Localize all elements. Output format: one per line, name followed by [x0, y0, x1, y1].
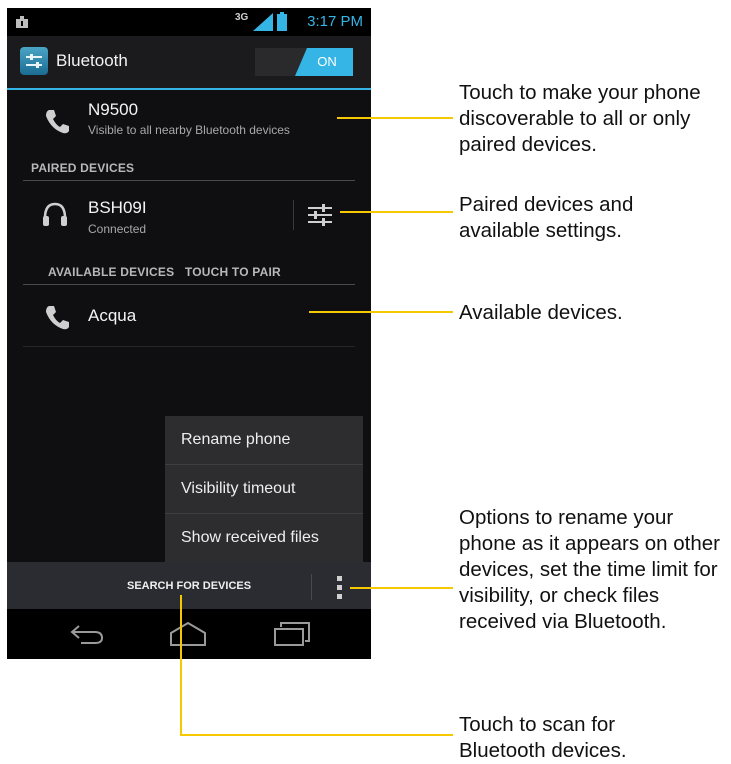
paired-divider [23, 180, 355, 181]
callout-options: Options to rename your phone as it appea… [459, 506, 720, 633]
toggle-on-label: ON [295, 48, 353, 76]
navigation-bar [7, 609, 371, 659]
callout-discoverable: Touch to make your phone discoverable to… [459, 81, 701, 156]
bottom-separator [311, 574, 312, 600]
callout-scan: Touch to scan for Bluetooth devices. [459, 713, 627, 762]
bottom-action-bar: SEARCH FOR DEVICES [7, 562, 371, 609]
menu-item-received-files[interactable]: Show received files [181, 529, 319, 547]
phone-icon [46, 110, 69, 134]
this-device-row[interactable]: N9500 Visible to all nearby Bluetooth de… [7, 90, 371, 148]
settings-separator [293, 200, 294, 230]
paired-device-status: Connected [88, 222, 147, 236]
home-icon[interactable] [169, 621, 207, 647]
available-devices-header: AVAILABLE DEVICES TOUCH TO PAIR [48, 265, 281, 279]
network-type: 3G [235, 12, 249, 23]
callout-line-paired [340, 211, 453, 213]
search-devices-button[interactable]: SEARCH FOR DEVICES [127, 580, 251, 592]
device-visibility: Visible to all nearby Bluetooth devices [88, 123, 290, 137]
recent-apps-icon[interactable] [273, 621, 311, 647]
overflow-menu: Rename phone Visibility timeout Show rec… [165, 416, 363, 564]
status-bar: 3G 3:17 PM [7, 8, 371, 36]
callout-line-scan-vertical [180, 595, 182, 736]
available-row-divider [23, 346, 355, 347]
paired-device-row[interactable]: BSH09I Connected [7, 186, 297, 242]
action-bar: Bluetooth ON [7, 36, 371, 90]
menu-divider [165, 513, 363, 514]
overflow-menu-icon[interactable] [337, 575, 343, 599]
callout-line-available [309, 311, 453, 313]
notification-icon [16, 16, 28, 28]
callout-available: Available devices. [459, 301, 623, 324]
available-device-row[interactable]: Acqua [7, 290, 371, 346]
signal-icon [253, 13, 273, 31]
menu-item-rename[interactable]: Rename phone [181, 431, 290, 449]
callout-line-scan [180, 734, 453, 736]
available-device-name: Acqua [88, 306, 137, 325]
battery-icon [277, 12, 287, 31]
headset-icon [43, 202, 67, 226]
paired-devices-header: PAIRED DEVICES [31, 161, 135, 175]
callout-paired: Paired devices and available settings. [459, 193, 634, 242]
callout-line-options [350, 587, 453, 589]
device-name: N9500 [88, 100, 139, 119]
menu-divider [165, 464, 363, 465]
menu-item-visibility-timeout[interactable]: Visibility timeout [181, 480, 295, 498]
phone-screen: 3G 3:17 PM Bluetooth ON N9500 Visible to… [7, 8, 371, 659]
status-time: 3:17 PM [307, 13, 363, 30]
phone-icon [46, 306, 69, 330]
bluetooth-toggle[interactable]: ON [255, 48, 353, 76]
back-icon[interactable] [69, 623, 105, 645]
page-title: Bluetooth [56, 51, 128, 70]
available-divider [23, 284, 355, 285]
settings-app-icon[interactable] [20, 47, 48, 75]
paired-device-name: BSH09I [88, 198, 147, 217]
sliders-icon[interactable] [307, 203, 333, 227]
callout-line-discoverable [337, 117, 453, 119]
